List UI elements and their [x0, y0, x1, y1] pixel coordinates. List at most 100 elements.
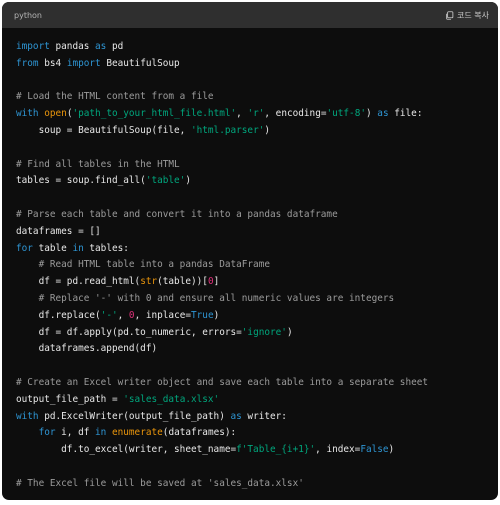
code-line: # Create an Excel writer object and save… — [16, 375, 484, 392]
code-token-string: 'html.parser' — [190, 124, 265, 136]
code-line: with pd.ExcelWriter(output_file_path) as… — [16, 409, 484, 426]
code-line: ​ — [16, 73, 484, 90]
code-token-keyword: with — [16, 108, 39, 120]
code-token-text: , index= — [315, 444, 361, 456]
code-line: # Replace '-' with 0 and ensure all nume… — [16, 291, 484, 308]
copy-code-button[interactable]: 코드 복사 — [445, 10, 489, 21]
code-token-text: , — [236, 108, 248, 120]
code-token-text: df.to_excel(writer, sheet_name= — [16, 444, 237, 456]
code-token-text: table — [32, 242, 73, 254]
code-token-string: 'path_to_your_html_file.html' — [72, 108, 237, 120]
code-token-keyword: in — [95, 427, 107, 439]
code-token-comment: # The Excel file will be saved at 'sales… — [16, 477, 304, 489]
code-token-keyword: as — [377, 108, 389, 120]
code-token-string: 'utf-8' — [326, 108, 366, 120]
code-token-keyword: with — [16, 410, 39, 422]
code-line: ​ — [16, 358, 484, 375]
code-token-builtin: open — [44, 108, 67, 120]
code-token-string: f'Table_{i+1}' — [236, 444, 316, 456]
code-token-text: output_file_path = — [16, 393, 124, 405]
code-token-text: bs4 — [38, 57, 67, 69]
code-line: ​ — [16, 459, 484, 476]
code-line: output_file_path = 'sales_data.xlsx' — [16, 392, 484, 409]
code-token-string: '-' — [100, 309, 118, 321]
code-token-text: , — [117, 309, 129, 321]
code-token-text: ) — [185, 175, 191, 187]
code-text[interactable]: import pandas as pd from bs4 import Beaut… — [16, 39, 484, 493]
code-line: df = df.apply(pd.to_numeric, errors='ign… — [16, 325, 484, 342]
code-line: soup = BeautifulSoup(file, 'html.parser'… — [16, 123, 484, 140]
code-token-text: df = pd.read_html( — [16, 276, 141, 288]
code-token-text: dataframes.append(df) — [16, 343, 158, 355]
code-line: for table in tables: — [16, 241, 484, 258]
code-line: # Parse each table and convert it into a… — [16, 207, 484, 224]
code-token-text: BeautifulSoup — [100, 57, 180, 69]
code-token-text: , inplace= — [134, 309, 192, 321]
code-token-builtin: str — [140, 276, 158, 288]
code-token-text: (table))[ — [157, 276, 208, 288]
code-token-comment: # Replace '-' with 0 and ensure all nume… — [38, 292, 395, 304]
code-body[interactable]: import pandas as pd from bs4 import Beaut… — [2, 28, 498, 493]
code-token-text: ) — [286, 326, 293, 338]
code-line: df = pd.read_html(str(table))[0] — [16, 274, 484, 291]
code-token-keyword: in — [72, 242, 84, 254]
code-token-keyword: from — [16, 57, 39, 69]
code-token-text: ) — [366, 108, 378, 120]
code-line: # Find all tables in the HTML — [16, 157, 484, 174]
code-line: # Read HTML table into a pandas DataFram… — [16, 257, 484, 274]
code-line: # Load the HTML content from a file — [16, 89, 484, 106]
code-token-text: pd — [106, 41, 124, 52]
code-token-text: dataframes = [] — [16, 225, 101, 237]
code-token-text: pd.ExcelWriter(output_file_path) — [38, 410, 231, 422]
code-token-keyword: True — [191, 309, 214, 321]
code-token-text: ] — [213, 276, 220, 288]
code-line: # The Excel file will be saved at 'sales… — [16, 476, 484, 493]
code-token-comment: # Parse each table and convert it into a… — [16, 208, 338, 220]
code-token-text: soup = BeautifulSoup(file, — [16, 124, 191, 136]
code-token-keyword: False — [360, 444, 389, 456]
code-token-keyword: as — [95, 41, 107, 52]
code-token-comment: # Find all tables in the HTML — [16, 158, 180, 170]
code-block-header: python 코드 복사 — [2, 2, 498, 28]
code-token-text: i, df — [55, 427, 96, 439]
code-token-comment: # Read HTML table into a pandas DataFram… — [38, 259, 270, 271]
code-token-text: ) — [388, 444, 395, 456]
code-token-text: , encoding= — [264, 108, 327, 120]
code-token-keyword: import — [16, 41, 50, 52]
code-token-keyword: as — [230, 410, 242, 422]
code-token-text: tables: — [83, 242, 129, 254]
code-token-keyword: import — [66, 57, 101, 69]
code-line: df.replace('-', 0, inplace=True) — [16, 308, 484, 325]
code-line: from bs4 import BeautifulSoup — [16, 56, 484, 73]
code-token-text: df.replace( — [16, 309, 101, 321]
code-block: python 코드 복사 import pandas as pd from bs4… — [2, 2, 498, 500]
code-token-builtin: enumerate — [111, 427, 163, 439]
copy-icon — [446, 10, 454, 20]
code-line: for i, df in enumerate(dataframes): — [16, 425, 484, 442]
code-token-text: (dataframes): — [162, 427, 237, 439]
code-line: tables = soup.find_all('table') — [16, 173, 484, 190]
code-line: with open('path_to_your_html_file.html',… — [16, 106, 484, 123]
language-label: python — [14, 10, 42, 20]
code-token-comment: # Load the HTML content from a file — [16, 91, 214, 103]
code-line: ​ — [16, 140, 484, 157]
code-token-text: ) — [213, 309, 220, 321]
code-token-string: 'r' — [247, 108, 265, 120]
copy-code-label: 코드 복사 — [457, 10, 489, 20]
code-token-text: file: — [388, 108, 423, 120]
code-line: import pandas as pd — [16, 39, 484, 56]
code-token-comment: # Create an Excel writer object and save… — [16, 376, 429, 388]
code-token-text: tables = soup.find_all( — [16, 175, 146, 187]
code-token-keyword: for — [38, 427, 56, 439]
code-token-text: df = df.apply(pd.to_numeric, errors= — [16, 326, 242, 338]
code-token-string: 'sales_data.xlsx' — [123, 393, 220, 405]
code-line: dataframes.append(df) — [16, 341, 484, 358]
code-token-string: 'table' — [145, 175, 186, 187]
code-line: ​ — [16, 190, 484, 207]
code-line: df.to_excel(writer, sheet_name=f'Table_{… — [16, 442, 484, 459]
code-token-text: pandas — [49, 41, 96, 52]
code-token-keyword: for — [16, 242, 33, 254]
